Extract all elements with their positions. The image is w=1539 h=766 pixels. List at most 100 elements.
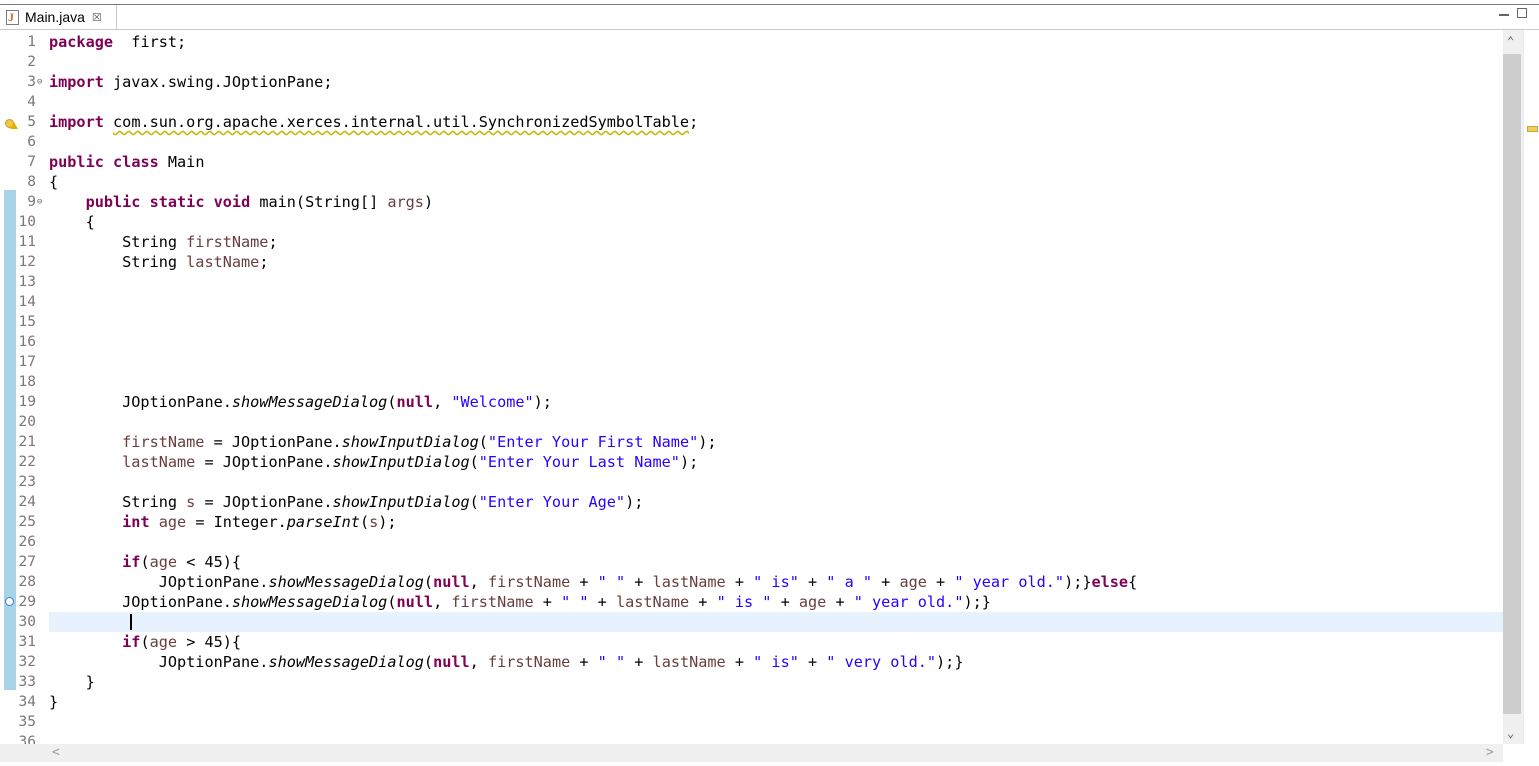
code-token: if: [122, 633, 141, 651]
code-token: +: [725, 573, 754, 591]
fold-toggle-icon[interactable]: ⊖: [37, 77, 42, 87]
line-number: 22: [18, 454, 36, 470]
code-token: class: [113, 153, 159, 171]
line-number: 24: [18, 494, 36, 510]
line-number: 5: [27, 114, 36, 130]
code-token: lastName: [122, 453, 196, 471]
code-line[interactable]: 27 if(age < 45){: [0, 552, 1503, 572]
code-line[interactable]: 18: [0, 372, 1503, 392]
code-token: );}: [936, 653, 964, 671]
scroll-left-icon[interactable]: <: [52, 745, 60, 760]
code-line[interactable]: 30: [0, 612, 1503, 632]
code-token: +: [625, 573, 653, 591]
code-line[interactable]: 1 package first;: [0, 32, 1503, 52]
code-line[interactable]: 6: [0, 132, 1503, 152]
code-token: age: [149, 553, 178, 571]
close-icon[interactable]: ☒: [92, 11, 102, 24]
code-token: " year old.": [853, 593, 964, 611]
code-line[interactable]: 24 String s = JOptionPane.showInputDialo…: [0, 492, 1503, 512]
line-number: 10: [18, 214, 36, 230]
fold-toggle-icon[interactable]: ⊖: [37, 197, 42, 207]
code-line[interactable]: 29 JOptionPane.showMessageDialog(null, f…: [0, 592, 1503, 612]
code-line[interactable]: 2: [0, 52, 1503, 72]
line-number: 19: [18, 394, 36, 410]
code-token: lastName: [615, 593, 690, 611]
code-line[interactable]: 7 public class Main: [0, 152, 1503, 172]
scroll-right-icon[interactable]: >: [1486, 745, 1494, 760]
code-token: parseInt: [286, 513, 360, 531]
code-line[interactable]: 21 firstName = JOptionPane.showInputDial…: [0, 432, 1503, 452]
code-line[interactable]: 36: [0, 732, 1503, 744]
code-text: import javax.swing.JOptionPane;: [49, 72, 332, 92]
minimize-icon[interactable]: [1499, 8, 1509, 16]
code-line[interactable]: 34}: [0, 692, 1503, 712]
code-line[interactable]: 12 String lastName;: [0, 252, 1503, 272]
code-token: " is": [753, 653, 799, 671]
code-token: showMessageDialog: [231, 393, 388, 411]
vertical-scroll-thumb[interactable]: [1503, 54, 1521, 714]
code-line[interactable]: 22 lastName = JOptionPane.showInputDialo…: [0, 452, 1503, 472]
line-number: 14: [18, 294, 36, 310]
line-number: 15: [18, 314, 36, 330]
vertical-scrollbar[interactable]: ⌃ ⌄: [1503, 30, 1523, 744]
scroll-down-icon[interactable]: ⌄: [1507, 726, 1514, 740]
code-line[interactable]: 17: [0, 352, 1503, 372]
code-text: JOptionPane.showMessageDialog(null, firs…: [49, 652, 964, 672]
code-line[interactable]: 8{: [0, 172, 1503, 192]
code-line[interactable]: 4: [0, 92, 1503, 112]
code-token: import: [49, 113, 104, 131]
code-line[interactable]: 32 JOptionPane.showMessageDialog(null, f…: [0, 652, 1503, 672]
scroll-up-icon[interactable]: ⌃: [1507, 34, 1514, 48]
code-token: " ": [561, 593, 589, 611]
code-token: age: [899, 573, 927, 591]
code-token: lastName: [652, 653, 726, 671]
code-line[interactable]: 11 String firstName;: [0, 232, 1503, 252]
code-token: firstName: [122, 433, 205, 451]
code-line[interactable]: 9 ⊖ public static void main(String[] args…: [0, 192, 1503, 212]
code-token: +: [570, 573, 598, 591]
code-text: package first;: [49, 32, 186, 52]
code-token: (: [469, 493, 479, 511]
code-token: JOptionPane.: [49, 393, 232, 411]
line-number: 16: [18, 334, 36, 350]
code-token: +: [826, 593, 854, 611]
code-editor[interactable]: 1 package first; 2 3 ⊖ import javax.swing.JOp…: [0, 30, 1503, 744]
code-token: +: [533, 593, 562, 611]
code-text: if(age < 45){: [49, 552, 241, 572]
line-number: 34: [18, 694, 36, 710]
code-line[interactable]: 20: [0, 412, 1503, 432]
code-line[interactable]: 16: [0, 332, 1503, 352]
code-token: ,: [433, 593, 452, 611]
code-line[interactable]: 25 int age = Integer.parseInt(s);: [0, 512, 1503, 532]
code-line[interactable]: 28 JOptionPane.showMessageDialog(null, f…: [0, 572, 1503, 592]
line-number: 6: [27, 134, 36, 150]
warning-overview-mark[interactable]: [1527, 126, 1538, 132]
code-line[interactable]: 5 import com.sun.org.apache.xerces.intern…: [0, 112, 1503, 132]
code-token: ,: [433, 393, 452, 411]
code-line[interactable]: 13: [0, 272, 1503, 292]
tab-main-java[interactable]: J Main.java ☒: [0, 5, 117, 29]
code-token: showInputDialog: [332, 493, 470, 511]
code-token: +: [798, 573, 827, 591]
code-line[interactable]: 26: [0, 532, 1503, 552]
code-text: String s = JOptionPane.showInputDialog("…: [49, 492, 643, 512]
code-line[interactable]: 14: [0, 292, 1503, 312]
code-line[interactable]: 15: [0, 312, 1503, 332]
code-token: package: [49, 33, 114, 51]
code-line[interactable]: 35: [0, 712, 1503, 732]
code-line[interactable]: 3 ⊖ import javax.swing.JOptionPane;: [0, 72, 1503, 92]
code-token: );: [533, 393, 552, 411]
line-number: 12: [18, 254, 36, 270]
horizontal-scrollbar[interactable]: < >: [0, 744, 1503, 762]
code-token: Main: [158, 153, 205, 171]
code-token: );}: [1064, 573, 1092, 591]
code-line[interactable]: 31 if(age > 45){: [0, 632, 1503, 652]
code-line[interactable]: 19 JOptionPane.showMessageDialog(null, "…: [0, 392, 1503, 412]
code-line[interactable]: 10 {: [0, 212, 1503, 232]
maximize-icon[interactable]: [1517, 8, 1527, 18]
code-line[interactable]: 23: [0, 472, 1503, 492]
code-line[interactable]: 33 }: [0, 672, 1503, 692]
line-number: 29: [18, 594, 36, 610]
